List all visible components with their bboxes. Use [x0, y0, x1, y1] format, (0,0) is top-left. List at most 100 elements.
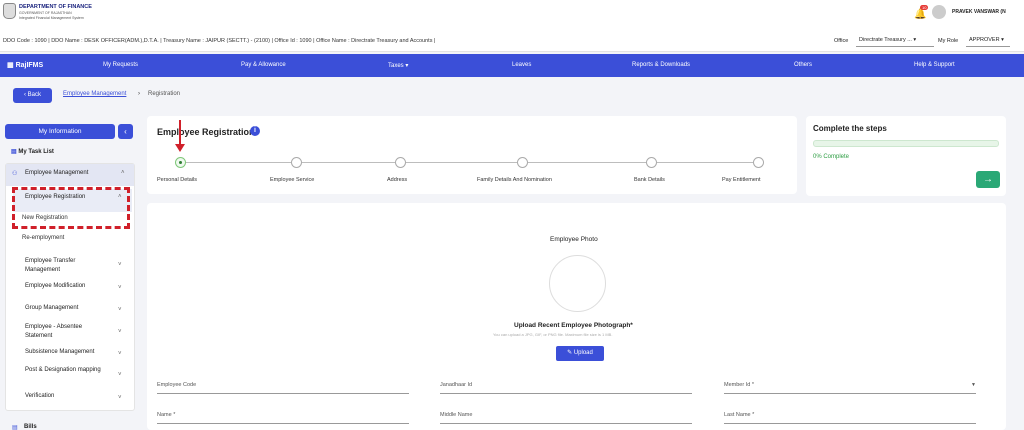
- photo-title: Employee Photo: [550, 236, 598, 243]
- step-label: Bank Details: [634, 177, 665, 183]
- last-name-field[interactable]: Last Name *: [724, 410, 976, 424]
- progress-bar: [813, 140, 999, 147]
- chevron-down-icon[interactable]: ˅: [118, 372, 122, 378]
- upload-label: Upload: [573, 350, 593, 356]
- dropdown-caret-icon: ▼: [971, 382, 976, 388]
- brand-logo[interactable]: ▦ RajIFMS: [7, 61, 43, 69]
- sidebar-item-re-employment[interactable]: Re-employment: [22, 235, 64, 241]
- sidebar-item-subsistence[interactable]: Subsistence Management: [25, 349, 94, 355]
- chevron-down-icon[interactable]: ˅: [118, 395, 122, 401]
- brand-name: RajIFMS: [15, 62, 44, 69]
- page-title: Employee Registration: [157, 127, 255, 137]
- step-bank-details[interactable]: [646, 157, 657, 168]
- task-list-link[interactable]: ▤ My Task List: [11, 148, 54, 155]
- step-employee-service[interactable]: [291, 157, 302, 168]
- step-connector: [302, 162, 395, 163]
- highlight-annotation: [12, 187, 130, 229]
- janadhaar-id-field[interactable]: Janadhaar Id: [440, 380, 692, 394]
- step-connector: [186, 162, 291, 163]
- sidebar-item-verification[interactable]: Verification: [25, 393, 54, 399]
- back-button[interactable]: ‹ Back: [13, 88, 52, 103]
- grid-icon: ▦: [7, 62, 16, 69]
- chevron-down-icon: ▾: [403, 63, 409, 69]
- step-pay-entitlement[interactable]: [753, 157, 764, 168]
- sidebar-item-bills[interactable]: Bills: [24, 424, 37, 430]
- photo-placeholder: [549, 255, 606, 312]
- nav-others[interactable]: Others: [794, 62, 812, 68]
- nav-leaves[interactable]: Leaves: [512, 62, 531, 68]
- chevron-up-icon[interactable]: ˄: [121, 170, 125, 176]
- office-label: Office: [834, 38, 849, 44]
- role-label: My Role: [938, 38, 959, 44]
- sidebar-item-absentee[interactable]: Employee - Absentee Statement: [25, 323, 110, 341]
- field-label: Member Id *: [724, 382, 754, 388]
- chevron-down-icon: ▾: [913, 37, 917, 43]
- back-label: Back: [27, 92, 41, 98]
- breadcrumb-current: Registration: [148, 91, 181, 97]
- chevron-down-icon[interactable]: ˅: [118, 285, 122, 291]
- step-personal-details[interactable]: [175, 157, 186, 168]
- ddo-info-bar: DDO Code : 1090 | DDO Name : DESK OFFICE…: [0, 32, 1024, 52]
- role-select[interactable]: APPROVER ▾: [966, 35, 1010, 47]
- step-family-details[interactable]: [517, 157, 528, 168]
- bell-icon[interactable]: 🔔: [914, 9, 926, 20]
- upload-button[interactable]: ✎ Upload: [556, 346, 604, 361]
- chevron-down-icon[interactable]: ˅: [118, 307, 122, 313]
- office-value: Directrate Treasury ...: [859, 37, 912, 43]
- employee-code-field[interactable]: Employee Code: [157, 380, 409, 394]
- member-id-select[interactable]: Member Id * ▼: [724, 380, 976, 394]
- step-label: Personal Details: [157, 177, 198, 183]
- system-name: Integrated Financial Management System: [19, 16, 84, 20]
- upload-hint: You can upload a JPG, GIF, or PNG file. …: [493, 332, 613, 337]
- pencil-icon: ✎: [567, 350, 574, 356]
- info-icon[interactable]: i: [250, 126, 260, 136]
- nav-my-requests[interactable]: My Requests: [103, 62, 138, 68]
- sidebar-item-post-designation[interactable]: Post & Designation mapping: [25, 366, 110, 375]
- nav-taxes-label: Taxes: [388, 63, 404, 69]
- step-label: Family Details And Nomination: [477, 177, 552, 183]
- progress-title: Complete the steps: [813, 124, 887, 133]
- sidebar-item-transfer[interactable]: Employee Transfer Management: [25, 257, 105, 275]
- sidebar-section-employee-management[interactable]: Employee Management: [25, 170, 88, 176]
- nav-taxes[interactable]: Taxes ▾: [388, 62, 408, 69]
- first-name-field[interactable]: Name *: [157, 410, 409, 424]
- bills-icon: ▤: [12, 425, 18, 430]
- department-name: DEPARTMENT OF FINANCE: [19, 4, 92, 10]
- breadcrumb-separator-icon: ›: [138, 91, 140, 97]
- breadcrumb-parent[interactable]: Employee Management: [63, 91, 126, 97]
- next-arrow-button[interactable]: →: [976, 171, 1000, 188]
- step-label: Employee Service: [270, 177, 315, 183]
- step-label: Pay Entitlement: [722, 177, 761, 183]
- chevron-down-icon[interactable]: ˅: [118, 351, 122, 357]
- nav-reports[interactable]: Reports & Downloads: [632, 62, 690, 68]
- notification-badge: 10: [920, 5, 929, 10]
- chevron-down-icon[interactable]: ˅: [118, 329, 122, 335]
- field-label: Employee Code: [157, 382, 197, 388]
- emblem-icon: [3, 3, 16, 19]
- step-connector: [657, 162, 753, 163]
- annotation-arrow-head: [175, 144, 185, 152]
- my-information-button[interactable]: My Information: [5, 124, 115, 139]
- field-label: Janadhaar Id: [440, 382, 473, 388]
- nav-help[interactable]: Help & Support: [914, 62, 955, 68]
- progress-percent: 0% Complete: [813, 154, 850, 160]
- sidebar-item-modification[interactable]: Employee Modification: [25, 283, 85, 289]
- government-name: GOVERNMENT OF RAJASTHAN: [19, 11, 72, 15]
- field-label: Last Name *: [724, 412, 755, 418]
- collapse-sidebar-icon[interactable]: ‹: [118, 124, 133, 139]
- user-name[interactable]: PRAVEK VANSWAR (N: [952, 9, 1006, 15]
- task-list-label: My Task List: [18, 149, 54, 155]
- step-address[interactable]: [395, 157, 406, 168]
- middle-name-field[interactable]: Middle Name: [440, 410, 692, 424]
- sidebar-item-group-management[interactable]: Group Management: [25, 305, 78, 311]
- step-connector: [406, 162, 517, 163]
- chevron-down-icon[interactable]: ˅: [118, 262, 122, 268]
- avatar[interactable]: [932, 5, 946, 19]
- top-header: DEPARTMENT OF FINANCE GOVERNMENT OF RAJA…: [0, 0, 1024, 32]
- office-select[interactable]: Directrate Treasury ... ▾: [856, 35, 934, 47]
- nav-pay-allowance[interactable]: Pay & Allowance: [241, 62, 286, 68]
- field-label: Middle Name: [440, 412, 473, 418]
- step-label: Address: [387, 177, 408, 183]
- main-nav: ▦ RajIFMS My Requests Pay & Allowance Ta…: [0, 54, 1024, 77]
- annotation-arrow: [179, 120, 181, 145]
